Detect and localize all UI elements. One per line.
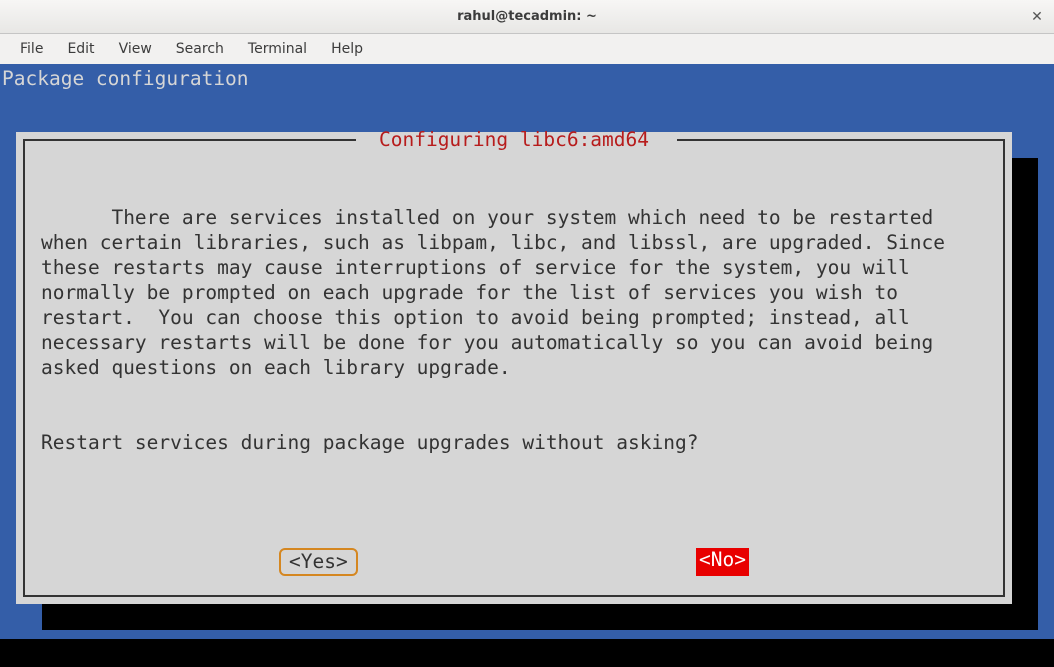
package-config-header: Package configuration (0, 64, 1054, 91)
menu-file[interactable]: File (8, 37, 55, 61)
dialog-body: There are services installed on your sys… (41, 180, 987, 505)
menu-edit[interactable]: Edit (55, 37, 106, 61)
window-title: rahul@tecadmin: ~ (457, 9, 597, 24)
dialog-buttons: <Yes> <No> (16, 548, 1012, 576)
terminal-bottom-bar (0, 639, 1054, 667)
dialog-body-text: There are services installed on your sys… (41, 206, 957, 379)
debconf-dialog: Configuring libc6:amd64 There are servic… (16, 132, 1012, 604)
terminal-area[interactable]: Package configuration Configuring libc6:… (0, 64, 1054, 667)
menu-terminal[interactable]: Terminal (236, 37, 319, 61)
close-icon[interactable]: ✕ (1028, 8, 1046, 26)
no-button[interactable]: <No> (696, 548, 749, 576)
menu-search[interactable]: Search (164, 37, 236, 61)
menubar: File Edit View Search Terminal Help (0, 34, 1054, 64)
menu-help[interactable]: Help (319, 37, 375, 61)
menu-view[interactable]: View (107, 37, 164, 61)
dialog-title: Configuring libc6:amd64 (16, 128, 1012, 151)
window-titlebar: rahul@tecadmin: ~ ✕ (0, 0, 1054, 34)
yes-button[interactable]: <Yes> (279, 548, 358, 576)
dialog-question: Restart services during package upgrades… (41, 430, 987, 455)
